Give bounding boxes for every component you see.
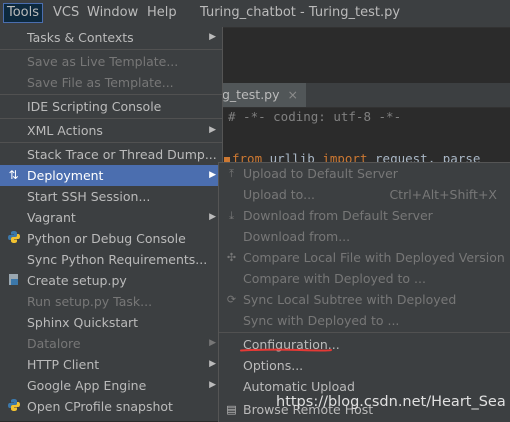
compare-icon: ✣: [226, 251, 237, 264]
menu-separator: [219, 332, 510, 333]
submenu-item-download-default[interactable]: ⤓ Download from Default Server: [219, 205, 510, 226]
menu-item-run-setup-py-task[interactable]: Run setup.py Task...: [0, 291, 222, 312]
remote-host-icon: ▤: [226, 403, 237, 416]
menu-item-ide-scripting-console[interactable]: IDE Scripting Console: [0, 96, 222, 117]
submenu-item-options[interactable]: Options...: [219, 355, 510, 376]
submenu-arrow-icon: ▶: [209, 212, 216, 222]
deployment-submenu: ⤒ Upload to Default Server Upload to... …: [218, 162, 510, 422]
tools-menu: Tasks & Contexts ▶ Save as Live Template.…: [0, 27, 223, 421]
submenu-arrow-icon: ▶: [209, 32, 216, 42]
submenu-arrow-icon: ▶: [209, 338, 216, 348]
shortcut-label: Ctrl+Alt+Shift+X: [389, 187, 497, 202]
menu-item-start-ssh-session[interactable]: Start SSH Session...: [0, 186, 222, 207]
menu-item-datalore[interactable]: Datalore ▶: [0, 333, 222, 354]
menu-item-save-live-template[interactable]: Save as Live Template...: [0, 51, 222, 72]
menu-window[interactable]: Window: [84, 3, 141, 23]
menu-item-xml-actions[interactable]: XML Actions ▶: [0, 120, 222, 141]
menu-item-vagrant[interactable]: Vagrant ▶: [0, 207, 222, 228]
menu-item-open-cprofile-snapshot[interactable]: Open CProfile snapshot: [0, 396, 222, 417]
submenu-item-upload-default[interactable]: ⤒ Upload to Default Server: [219, 163, 510, 184]
python-icon: [6, 231, 21, 246]
editor-tab[interactable]: g_test.py ×: [218, 83, 306, 107]
submenu-item-compare-deployed[interactable]: Compare with Deployed to ...: [219, 268, 510, 289]
menu-separator: [0, 94, 222, 95]
watermark: https://blog.csdn.net/Heart_Sea: [276, 394, 506, 410]
upload-icon: ⤒: [229, 167, 234, 180]
menu-item-deployment[interactable]: ⇅ Deployment ▶: [0, 165, 222, 186]
menu-item-sphinx-quickstart[interactable]: Sphinx Quickstart: [0, 312, 222, 333]
menu-item-google-app-engine[interactable]: Google App Engine ▶: [0, 375, 222, 396]
submenu-arrow-icon: ▶: [209, 170, 216, 180]
menu-item-create-setup-py[interactable]: Create setup.py: [0, 270, 222, 291]
menu-separator: [0, 49, 222, 50]
menu-separator: [0, 118, 222, 119]
sync-icon: ⟳: [226, 293, 237, 306]
window-title: Turing_chatbot - Turing_test.py: [200, 5, 401, 20]
submenu-arrow-icon: ▶: [209, 125, 216, 135]
editor-tab-label: g_test.py: [222, 87, 280, 102]
submenu-item-sync-deployed[interactable]: Sync with Deployed to ...: [219, 310, 510, 331]
menu-item-save-file-template[interactable]: Save File as Template...: [0, 72, 222, 93]
menu-item-sync-python-requirements[interactable]: Sync Python Requirements...: [0, 249, 222, 270]
menu-item-http-client[interactable]: HTTP Client ▶: [0, 354, 222, 375]
submenu-item-compare-local[interactable]: ✣ Compare Local File with Deployed Versi…: [219, 247, 510, 268]
python-icon: [6, 399, 21, 414]
menu-bar: Tools VCS Window Help Turing_chatbot - T…: [0, 0, 510, 28]
menu-item-stack-trace[interactable]: Stack Trace or Thread Dump...: [0, 144, 222, 165]
editor-tab-bar: g_test.py ×: [218, 83, 510, 108]
download-icon: ⤓: [229, 209, 234, 222]
file-icon: [6, 273, 21, 288]
menu-separator: [0, 142, 222, 143]
submenu-item-download-from[interactable]: Download from...: [219, 226, 510, 247]
submenu-arrow-icon: ▶: [209, 359, 216, 369]
menu-help[interactable]: Help: [144, 3, 180, 23]
submenu-item-sync-local-subtree[interactable]: ⟳ Sync Local Subtree with Deployed: [219, 289, 510, 310]
deployment-icon: ⇅: [8, 168, 19, 182]
close-icon[interactable]: ×: [288, 83, 298, 107]
menu-tools[interactable]: Tools: [3, 3, 44, 23]
code-line: # -*- coding: utf-8 -*-: [228, 109, 402, 124]
annotation-underline: [240, 348, 332, 352]
submenu-arrow-icon: ▶: [209, 380, 216, 390]
submenu-item-upload-to[interactable]: Upload to... Ctrl+Alt+Shift+X: [219, 184, 510, 205]
menu-item-python-debug-console[interactable]: Python or Debug Console: [0, 228, 222, 249]
menu-vcs[interactable]: VCS: [50, 3, 82, 23]
menu-item-tasks-contexts[interactable]: Tasks & Contexts ▶: [0, 27, 222, 48]
